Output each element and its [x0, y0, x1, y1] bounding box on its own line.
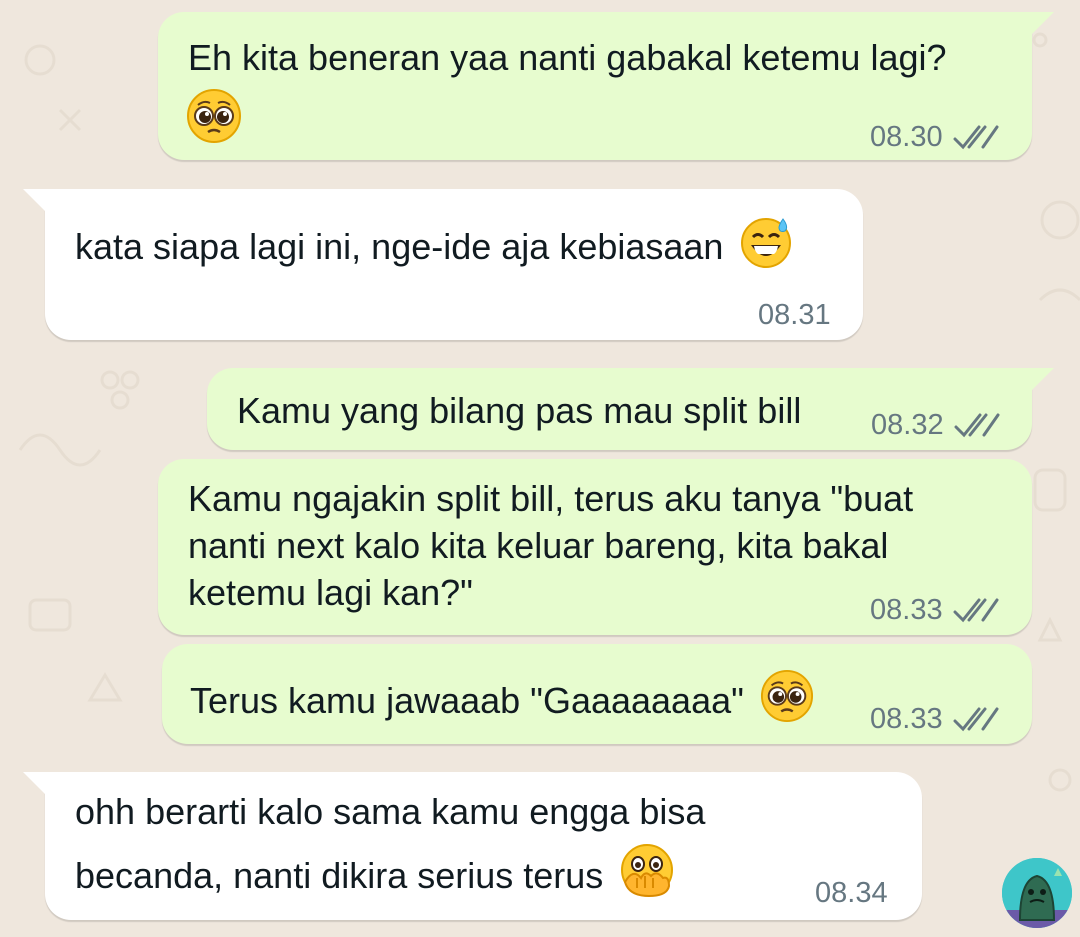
grinning-face-with-sweat-emoji-icon: [739, 215, 793, 280]
double-check-icon: [954, 413, 1000, 439]
face-with-hand-over-mouth-emoji-icon: [619, 842, 675, 909]
message-text-line: becanda, nanti dikira serius terus: [75, 842, 675, 909]
message-bubble-incoming[interactable]: kata siapa lagi ini, nge-ide aja kebiasa…: [23, 189, 863, 340]
message-text: Eh kita beneran yaa nanti gabakal ketemu…: [188, 37, 947, 78]
message-meta: 08.33: [870, 696, 999, 743]
message-text: kata siapa lagi ini, nge-ide aja kebiasa…: [75, 215, 793, 280]
message-time: 08.34: [815, 877, 888, 909]
double-check-icon: [953, 125, 999, 151]
message-time: 08.30: [870, 121, 943, 153]
pleading-face-emoji-icon: [186, 88, 242, 155]
double-check-icon: [953, 598, 999, 624]
message-bubble-incoming[interactable]: ohh berarti kalo sama kamu engga bisa be…: [23, 772, 922, 920]
message-meta: 08.32: [871, 402, 1000, 449]
message-text-line: Kamu ngajakin split bill, terus aku tany…: [188, 478, 914, 519]
pleading-face-emoji-icon: [760, 669, 814, 734]
message-bubble-outgoing[interactable]: Kamu yang bilang pas mau split bill 08.3…: [207, 368, 1054, 450]
message-time: 08.33: [870, 703, 943, 735]
message-text-line: nanti next kalo kita keluar bareng, kita…: [188, 525, 889, 566]
message-meta: 08.30: [870, 114, 999, 161]
sticker-avatar-icon[interactable]: [1002, 858, 1072, 928]
message-bubble-outgoing[interactable]: Terus kamu jawaaab "Gaaaaaaaa" 08.33: [162, 644, 1032, 744]
message-time: 08.32: [871, 409, 944, 441]
message-time: 08.31: [758, 299, 831, 331]
message-meta: 08.33: [870, 587, 999, 634]
message-text-line: ketemu lagi kan?": [188, 572, 473, 613]
message-text-line: ohh berarti kalo sama kamu engga bisa: [75, 791, 706, 832]
message-text: Kamu yang bilang pas mau split bill: [237, 390, 802, 431]
message-bubble-outgoing[interactable]: Eh kita beneran yaa nanti gabakal ketemu…: [158, 12, 1054, 161]
message-time: 08.33: [870, 594, 943, 626]
message-text: Terus kamu jawaaab "Gaaaaaaaa": [190, 669, 814, 734]
double-check-icon: [953, 707, 999, 733]
message-bubble-outgoing[interactable]: Kamu ngajakin split bill, terus aku tany…: [158, 459, 1032, 635]
